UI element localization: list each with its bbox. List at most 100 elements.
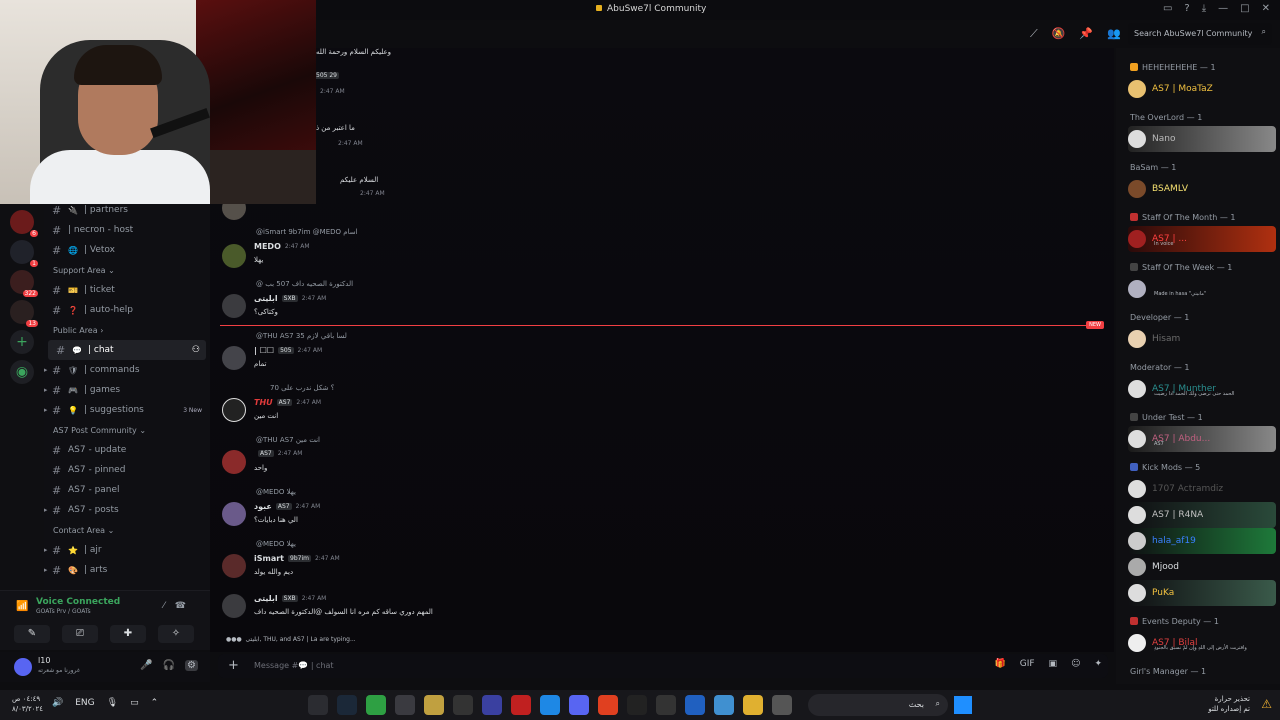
warning-icon[interactable]: ⚠ xyxy=(1261,697,1272,711)
expand-arrow-icon[interactable]: ▶ xyxy=(44,406,47,414)
member-item[interactable]: Mjood xyxy=(1128,554,1276,580)
channel-necron-host[interactable]: # | necron - host xyxy=(44,220,210,240)
gif-icon[interactable]: GIF xyxy=(1020,659,1035,669)
author-name[interactable]: THU xyxy=(254,398,273,407)
camera-button[interactable]: ✎ xyxy=(14,625,50,643)
threads-icon[interactable]: ⟋ xyxy=(1030,27,1038,41)
channel-vetox[interactable]: # 🌐 | Vetox xyxy=(44,240,210,260)
reply-preview[interactable]: @THU AS7 لسا باقي لازم 35 xyxy=(256,332,347,340)
category-as7-post-community[interactable]: AS7 Post Community ⌄ xyxy=(44,420,210,440)
category-contact-area[interactable]: Contact Area ⌄ xyxy=(44,520,210,540)
server-icon[interactable]: 6 xyxy=(10,210,38,237)
author-name[interactable]: ابلیتی xyxy=(254,594,278,603)
voice-status[interactable]: Voice Connected xyxy=(36,597,120,607)
author-name[interactable]: ابلیتی xyxy=(254,294,278,303)
settings-icon[interactable] xyxy=(395,695,415,715)
disconnect-icon[interactable]: ☎ xyxy=(175,601,196,611)
member-item[interactable]: AS7 | Bilal واقتربت الأرض إلى اللهِ وإن ل… xyxy=(1128,630,1276,656)
app-icon[interactable] xyxy=(308,695,328,715)
app-icon[interactable] xyxy=(714,695,734,715)
channel-commands[interactable]: ▶ # 🛡 | commands xyxy=(44,360,210,380)
category-public-area[interactable]: Public Area › xyxy=(44,320,210,340)
language-indicator[interactable]: ENG xyxy=(75,698,94,708)
member-item[interactable]: hala_af19 xyxy=(1128,528,1276,554)
windows-start-icon[interactable] xyxy=(954,696,972,714)
voice-channel[interactable]: GOATs Prv / GOATs xyxy=(36,608,91,615)
expand-arrow-icon[interactable]: ▶ xyxy=(44,566,47,574)
channel-chat[interactable]: # 💬 | chat ⚇ xyxy=(48,340,206,360)
member-item[interactable]: Hisam xyxy=(1128,326,1276,352)
channel-games[interactable]: ▶ # 🎮 | games xyxy=(44,380,210,400)
server-icon[interactable]: 1 xyxy=(10,240,38,267)
taskbar-search[interactable]: بحث ⌕ xyxy=(808,694,948,716)
expand-arrow-icon[interactable]: ▶ xyxy=(44,506,47,514)
search-icon[interactable]: ⌕ xyxy=(1262,27,1266,37)
avatar[interactable] xyxy=(222,554,246,578)
add-server-icon[interactable]: + xyxy=(10,330,34,354)
minimize-button[interactable]: — xyxy=(1218,3,1228,14)
pin-icon[interactable]: 📌 xyxy=(1079,27,1093,41)
app-icon[interactable] xyxy=(366,695,386,715)
app-icon[interactable] xyxy=(482,695,502,715)
steam-icon[interactable] xyxy=(337,695,357,715)
reply-preview[interactable]: 70 ؟ شكل ندرب على xyxy=(270,384,335,392)
avatar[interactable] xyxy=(222,346,246,370)
reply-preview[interactable]: @iSmart 9b7im @MEDO اسام xyxy=(256,228,358,236)
maximize-button[interactable]: □ xyxy=(1240,3,1249,14)
expand-arrow-icon[interactable]: ▶ xyxy=(44,366,47,374)
edge-icon[interactable] xyxy=(540,695,560,715)
tray-chevron-icon[interactable]: ⌃ xyxy=(151,698,159,708)
member-item[interactable]: AS7 | MoaTaZ xyxy=(1128,76,1276,102)
headphones-icon[interactable]: 🎧 xyxy=(163,660,175,671)
attach-plus-icon[interactable]: + xyxy=(228,658,239,673)
inbox-icon[interactable]: ▭ xyxy=(1163,3,1172,14)
members-icon[interactable]: 👥 xyxy=(1107,27,1121,41)
reply-preview[interactable]: @THU AS7 انت مين xyxy=(256,436,320,444)
channel-as7-posts[interactable]: ▶ # AS7 - posts xyxy=(44,500,210,520)
screen-share-button[interactable]: ⎚ xyxy=(62,625,98,643)
avatar[interactable] xyxy=(14,658,32,676)
add-member-icon[interactable]: ⚇ xyxy=(192,345,200,355)
avatar[interactable] xyxy=(222,398,246,422)
gear-icon[interactable]: ⚙ xyxy=(185,660,198,671)
signal-icon[interactable]: 📶 xyxy=(16,601,28,612)
author-name[interactable]: MEDO xyxy=(254,242,281,251)
channel-as7-panel[interactable]: # AS7 - panel xyxy=(44,480,210,500)
gift-icon[interactable]: 🎁 xyxy=(995,659,1006,669)
member-item[interactable]: BSAMLV xyxy=(1128,176,1276,202)
member-item[interactable]: AS7 | Abdu... AS7 xyxy=(1128,426,1276,452)
member-item[interactable]: AS7 | ... In voice xyxy=(1128,226,1276,252)
app-icon[interactable] xyxy=(656,695,676,715)
epic-games-icon[interactable] xyxy=(453,695,473,715)
noise-suppression-icon[interactable]: ⁄ xyxy=(163,601,175,611)
expand-arrow-icon[interactable]: ▶ xyxy=(44,546,47,554)
reply-preview[interactable]: @MEDO يهلا xyxy=(256,540,296,548)
help-icon[interactable]: ? xyxy=(1184,3,1189,14)
username[interactable]: l10 xyxy=(38,656,50,665)
soundboard-button[interactable]: ✧ xyxy=(158,625,194,643)
emoji-icon[interactable]: ☺ xyxy=(1071,659,1080,669)
avatar[interactable] xyxy=(222,502,246,526)
search-input[interactable]: Search AbuSwe7l Community ⌕ xyxy=(1128,23,1272,45)
reply-preview[interactable]: @ الدكتورة الصحيه داف 507 بب xyxy=(256,280,353,288)
discord-icon[interactable] xyxy=(569,695,589,715)
avatar[interactable] xyxy=(222,294,246,318)
microphone-icon[interactable]: 🎤 xyxy=(140,660,152,671)
expand-arrow-icon[interactable]: ▶ xyxy=(44,386,47,394)
mute-icon[interactable]: 🔕 xyxy=(1052,27,1066,41)
channel-as7-update[interactable]: # AS7 - update xyxy=(44,440,210,460)
member-item[interactable]: 1707 Actramdiz xyxy=(1128,476,1276,502)
author-name[interactable]: | ☐☐ xyxy=(254,346,274,355)
obs-icon[interactable] xyxy=(511,695,531,715)
activity-button[interactable]: ✚ xyxy=(110,625,146,643)
avatar[interactable] xyxy=(222,594,246,618)
channel-as7-pinned[interactable]: # AS7 - pinned xyxy=(44,460,210,480)
reply-preview[interactable]: @MEDO يهلا xyxy=(256,488,296,496)
message-composer[interactable]: + Message #💬 | chat 🎁 GIF ▣ ☺ ✦ xyxy=(218,654,1108,678)
channel-suggestions[interactable]: ▶ # 💡 | suggestions 3 New xyxy=(44,400,210,420)
server-icon[interactable]: 322 xyxy=(10,270,38,297)
channel-ticket[interactable]: # 🎫 | ticket xyxy=(44,280,210,300)
close-button[interactable]: ✕ xyxy=(1262,3,1270,14)
clock[interactable]: ٠٤:٤٩ ص ٨/٠٣/٢٠٢٤ xyxy=(12,694,43,714)
member-item[interactable]: Made in hasa "مانيتي" xyxy=(1128,276,1276,302)
